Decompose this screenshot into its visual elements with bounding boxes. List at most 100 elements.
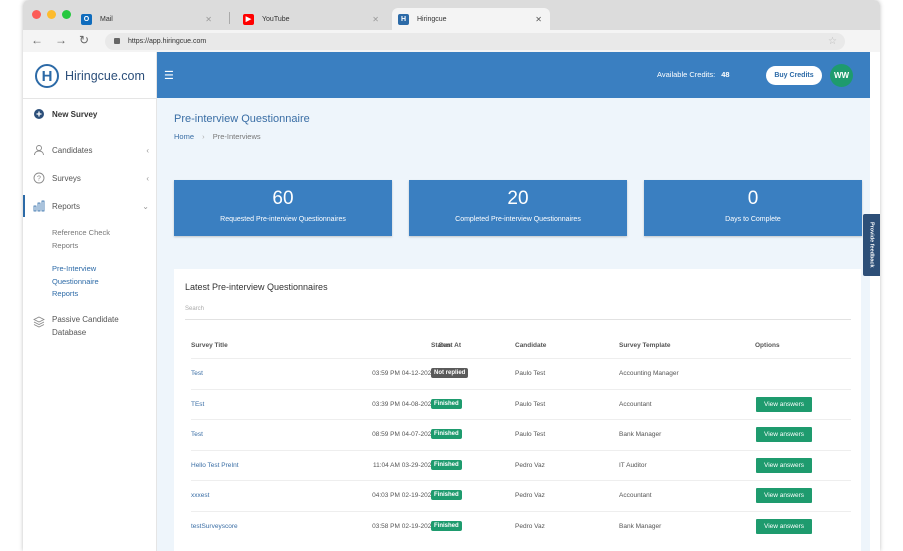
column-header-survey-title[interactable]: Survey Title bbox=[191, 342, 228, 349]
provide-feedback-button[interactable]: Provide feedback bbox=[863, 214, 880, 276]
sidebar-divider bbox=[23, 98, 157, 99]
candidate-cell: Paulo Test bbox=[515, 431, 546, 438]
tab-title: Mail bbox=[100, 15, 113, 23]
survey-template-cell: Bank Manager bbox=[619, 522, 662, 530]
sidebar-item-label: Candidates bbox=[52, 145, 93, 155]
survey-title-link[interactable]: Test bbox=[191, 431, 203, 438]
stat-label: Completed Pre-interview Questionnaires bbox=[455, 216, 581, 223]
view-answers-button[interactable]: View answers bbox=[756, 457, 812, 473]
sidebar-item-label: Passive Candidate bbox=[52, 315, 119, 324]
tab-bar: O Mail ✕ ▶ YouTube ✕ H Hiringcue ✕ bbox=[23, 0, 880, 30]
chevron-right-icon: › bbox=[202, 132, 205, 141]
close-tab-icon[interactable]: ✕ bbox=[535, 15, 542, 24]
column-header-status[interactable]: Status bbox=[431, 342, 451, 349]
sidebar-subitem-reference-check-reports[interactable]: Reference Check Reports bbox=[52, 227, 152, 252]
stat-card-days: 0 Days to Complete bbox=[644, 180, 862, 236]
chevron-left-icon: ‹ bbox=[146, 173, 149, 183]
questionnaires-card: Latest Pre-interview Questionnaires Sear… bbox=[174, 269, 861, 551]
hiringcue-icon: H bbox=[398, 13, 409, 25]
lock-icon bbox=[114, 38, 120, 44]
close-window-button[interactable] bbox=[32, 10, 41, 19]
stat-value: 20 bbox=[507, 188, 529, 209]
youtube-icon: ▶ bbox=[243, 13, 254, 25]
sent-at-cell: 04:03 PM 02-19-2021 bbox=[372, 492, 435, 499]
column-header-survey-template[interactable]: Survey Template bbox=[619, 342, 671, 349]
candidates-icon bbox=[33, 144, 45, 156]
available-credits: Available Credits: 48 bbox=[657, 70, 730, 79]
survey-title-link[interactable]: testSurveyscore bbox=[191, 523, 238, 530]
buy-credits-button[interactable]: Buy Credits bbox=[766, 66, 822, 85]
stat-card-completed: 20 Completed Pre-interview Questionnaire… bbox=[409, 180, 627, 236]
status-badge: Finished bbox=[431, 429, 462, 439]
table-row: Hello Test PreInt 11:04 AM 03-29-2021 Fini… bbox=[191, 449, 851, 480]
column-header-candidate[interactable]: Candidate bbox=[515, 342, 546, 349]
survey-title-link[interactable]: Test bbox=[191, 370, 203, 377]
sidebar-item-label: Reports bbox=[52, 201, 81, 211]
column-header-options: Options bbox=[755, 342, 780, 349]
browser-tab-youtube[interactable]: ▶ YouTube ✕ bbox=[237, 8, 387, 30]
sent-at-cell: 11:04 AM 03-29-2021 bbox=[372, 461, 435, 469]
close-tab-icon[interactable]: ✕ bbox=[205, 15, 212, 24]
view-answers-button[interactable]: View answers bbox=[756, 488, 812, 503]
sidebar-item-surveys[interactable]: ? Surveys ‹ bbox=[23, 168, 157, 188]
database-icon bbox=[33, 316, 45, 328]
maximize-window-button[interactable] bbox=[62, 10, 71, 19]
address-bar: ← → ↻ https://app.hiringcue.com ☆ bbox=[23, 30, 880, 52]
survey-title-link[interactable]: xxxest bbox=[191, 492, 209, 499]
survey-template-cell: Bank Manager bbox=[619, 431, 662, 438]
back-arrow-icon[interactable]: ← bbox=[31, 33, 43, 47]
sidebar: H Hiringcue.com New Survey Candidates ‹ … bbox=[23, 52, 157, 551]
sidebar-item-new-survey[interactable]: New Survey bbox=[23, 104, 157, 124]
breadcrumb-home[interactable]: Home bbox=[174, 132, 194, 141]
browser-tab-mail[interactable]: O Mail ✕ bbox=[75, 8, 220, 30]
sidebar-item-candidates[interactable]: Candidates ‹ bbox=[23, 140, 157, 160]
chevron-left-icon: ‹ bbox=[146, 145, 149, 155]
sidebar-item-label: Surveys bbox=[52, 173, 81, 183]
view-answers-button[interactable]: View answers bbox=[756, 396, 812, 412]
url-field[interactable]: https://app.hiringcue.com ☆ bbox=[105, 33, 845, 50]
survey-template-cell: Accounting Manager bbox=[619, 370, 679, 377]
survey-title-link[interactable]: Hello Test PreInt bbox=[191, 462, 239, 469]
tab-title: Hiringcue bbox=[417, 15, 447, 23]
hamburger-menu-icon[interactable]: ☰ bbox=[164, 69, 174, 82]
table-row: testSurveyscore 03:58 PM 02-19-2021 Finish… bbox=[191, 510, 851, 541]
candidate-cell: Paulo Test bbox=[515, 400, 546, 408]
subitem-line: Pre-Interview bbox=[52, 264, 97, 273]
sidebar-subitem-pre-interview-reports[interactable]: Pre-Interview Questionnaire Reports bbox=[52, 263, 152, 301]
survey-template-cell: IT Auditor bbox=[619, 461, 647, 469]
sidebar-item-reports[interactable]: Reports ⌄ bbox=[23, 196, 157, 216]
candidate-cell: Paulo Test bbox=[515, 370, 546, 377]
page-title: Pre-interview Questionnaire bbox=[174, 113, 310, 125]
view-answers-button[interactable]: View answers bbox=[756, 427, 812, 442]
candidate-cell: Pedro Vaz bbox=[515, 522, 545, 530]
survey-title-link[interactable]: TEst bbox=[191, 401, 204, 408]
reload-icon[interactable]: ↻ bbox=[79, 33, 89, 47]
minimize-window-button[interactable] bbox=[47, 10, 56, 19]
credits-value: 48 bbox=[721, 70, 730, 79]
app-header: ☰ Available Credits: 48 Buy Credits WW bbox=[157, 52, 870, 98]
candidate-cell: Pedro Vaz bbox=[515, 492, 545, 499]
search-input[interactable]: Search bbox=[185, 306, 851, 320]
logo[interactable]: H Hiringcue.com bbox=[35, 64, 145, 88]
bookmark-star-icon[interactable]: ☆ bbox=[828, 33, 837, 50]
outlook-icon: O bbox=[81, 13, 92, 25]
sidebar-item-passive-candidate-database[interactable]: Passive Candidate Database bbox=[23, 314, 157, 340]
tab-separator bbox=[229, 12, 230, 24]
sent-at-cell: 03:58 PM 02-19-2021 bbox=[372, 522, 435, 530]
browser-tab-hiringcue[interactable]: H Hiringcue ✕ bbox=[392, 8, 550, 30]
window-controls bbox=[32, 10, 71, 19]
close-tab-icon[interactable]: ✕ bbox=[372, 15, 379, 24]
stat-label: Requested Pre-interview Questionnaires bbox=[220, 216, 346, 223]
forward-arrow-icon[interactable]: → bbox=[55, 33, 67, 47]
hiringcue-logo-icon: H bbox=[35, 64, 59, 88]
svg-text:?: ? bbox=[37, 176, 41, 183]
candidate-cell: Pedro Vaz bbox=[515, 461, 545, 469]
tab-title: YouTube bbox=[262, 15, 290, 23]
status-badge: Finished bbox=[431, 520, 462, 531]
view-answers-button[interactable]: View answers bbox=[756, 518, 812, 534]
main-content: Pre-interview Questionnaire Home › Pre-I… bbox=[157, 98, 870, 551]
avatar[interactable]: WW bbox=[830, 64, 853, 87]
credits-label: Available Credits: bbox=[657, 70, 716, 79]
table-row: Test 03:59 PM 04-12-2021 Not replied Paulo … bbox=[191, 358, 851, 388]
chevron-down-icon: ⌄ bbox=[142, 201, 149, 211]
